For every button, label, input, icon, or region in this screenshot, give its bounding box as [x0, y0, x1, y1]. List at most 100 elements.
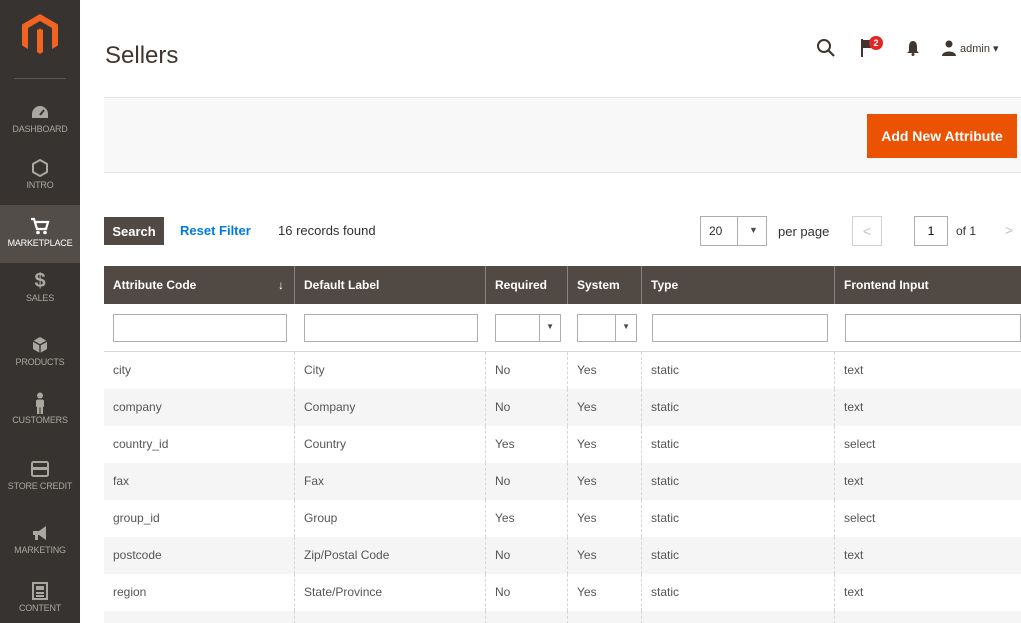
sidebar-item-label: INTRO: [26, 180, 54, 190]
table-row[interactable]: group_id Group Yes Yes static select: [104, 500, 1021, 537]
cell-frontend-input: select: [844, 437, 876, 451]
layout-icon: [32, 582, 48, 600]
cell-frontend-input: text: [844, 585, 864, 599]
cell-default-label: Country: [295, 426, 486, 463]
cell-system: Yes: [568, 537, 642, 574]
chevron-down-icon: ▼: [749, 225, 758, 235]
required-filter-select[interactable]: ▼: [495, 314, 561, 342]
notifications-button[interactable]: 2: [860, 36, 886, 58]
cell-type: static: [642, 537, 835, 574]
column-header-label: System: [577, 278, 620, 292]
cell-attribute-code: region_id: [104, 611, 295, 623]
dollar-icon: $: [34, 270, 46, 292]
sidebar-item-customers[interactable]: CUSTOMERS: [0, 392, 80, 444]
per-page-value: 20: [709, 224, 723, 238]
sidebar-item-content[interactable]: CONTENT: [0, 578, 80, 623]
column-header-attribute-code[interactable]: Attribute Code ↓: [104, 266, 295, 304]
cell-default-label: Group: [295, 500, 486, 537]
column-header-frontend-input[interactable]: Frontend Input: [835, 266, 1021, 304]
search-icon[interactable]: [816, 38, 836, 58]
cell-attribute-code: country_id: [104, 426, 295, 463]
user-name: admin ▾: [960, 42, 999, 55]
per-page-label: per page: [778, 224, 830, 239]
chevron-right-icon: >: [1004, 222, 1014, 238]
sidebar-item-label: CONTENT: [18, 603, 62, 613]
cell-type: static: [642, 463, 835, 500]
table-row[interactable]: fax Fax No Yes static text: [104, 463, 1021, 500]
cell-type: static: [642, 352, 835, 389]
sidebar-item-label: PRODUCTS: [15, 357, 65, 367]
sort-down-icon: ↓: [278, 278, 284, 292]
sidebar-item-marketplace[interactable]: MARKETPLACE: [0, 205, 80, 263]
system-filter-select[interactable]: ▼: [577, 314, 637, 342]
bell-icon[interactable]: [906, 40, 920, 56]
cell-attribute-code: fax: [104, 463, 295, 500]
type-filter[interactable]: [652, 314, 828, 342]
cell-default-label: State/Province: [295, 611, 486, 623]
column-header-label: Type: [651, 278, 679, 292]
table-row[interactable]: city City No Yes static text: [104, 352, 1021, 389]
previous-page-button[interactable]: <: [852, 216, 882, 246]
table-row[interactable]: postcode Zip/Postal Code No Yes static text: [104, 537, 1021, 574]
column-header-system[interactable]: System: [568, 266, 642, 304]
cell-default-label: City: [295, 352, 486, 389]
person-icon: [36, 392, 44, 414]
table-row[interactable]: company Company No Yes static text: [104, 389, 1021, 426]
sidebar-item-products[interactable]: PRODUCTS: [0, 332, 80, 384]
records-found: 16 records found: [278, 223, 376, 238]
cell-frontend-input: select: [844, 511, 876, 525]
cell-required: No: [486, 352, 568, 389]
table-row[interactable]: region State/Province No Yes static text: [104, 574, 1021, 611]
magento-logo-icon[interactable]: [22, 14, 58, 56]
sidebar-item-marketing[interactable]: MARKETING: [0, 520, 80, 572]
column-header-type[interactable]: Type: [642, 266, 835, 304]
sidebar-item-dashboard[interactable]: DASHBOARD: [0, 98, 80, 150]
sidebar-item-label: STORE CREDIT: [7, 481, 73, 491]
admin-sidebar: DASHBOARD INTRO MARKETPLACE $ SALES PROD…: [0, 0, 80, 623]
attribute-code-filter[interactable]: [113, 314, 287, 342]
default-label-filter[interactable]: [304, 314, 478, 342]
sidebar-item-store-credit[interactable]: STORE CREDIT: [0, 455, 80, 507]
sidebar-item-label: MARKETPLACE: [7, 238, 73, 248]
frontend-input-filter[interactable]: [845, 314, 1021, 342]
select-divider: [539, 315, 540, 341]
cell-required: Yes: [486, 426, 568, 463]
next-page-button[interactable]: >: [994, 216, 1021, 246]
add-new-attribute-button[interactable]: Add New Attribute: [867, 114, 1017, 158]
column-header-required[interactable]: Required: [486, 266, 568, 304]
sidebar-item-label: SALES: [25, 293, 55, 303]
cell-system: Yes: [568, 574, 642, 611]
reset-filter-link[interactable]: Reset Filter: [180, 223, 251, 238]
column-header-default-label[interactable]: Default Label: [295, 266, 486, 304]
sidebar-item-intro[interactable]: INTRO: [0, 153, 80, 205]
search-button[interactable]: Search: [104, 217, 164, 245]
cell-frontend-input: text: [844, 474, 864, 488]
megaphone-icon: [33, 526, 46, 540]
user-menu[interactable]: admin ▾: [942, 38, 999, 58]
cell-system: Yes: [568, 389, 642, 426]
cell-required: No: [486, 574, 568, 611]
cart-icon: [31, 217, 50, 235]
chevron-down-icon: ▼: [546, 322, 554, 331]
chevron-left-icon: <: [862, 223, 872, 239]
cell-type: static: [642, 500, 835, 537]
cell-system: Yes: [568, 463, 642, 500]
cell-required: No: [486, 389, 568, 426]
table-row[interactable]: region_idState/ProvinceNoYesstatichidden: [104, 611, 1021, 623]
hexagon-icon: [32, 158, 48, 178]
page-title: Sellers: [105, 42, 179, 69]
page-number-input[interactable]: [914, 216, 948, 246]
cell-type: static: [642, 426, 835, 463]
sidebar-item-sales[interactable]: $ SALES: [0, 270, 80, 322]
cell-type: static: [642, 389, 835, 426]
cell-type: static: [642, 611, 835, 623]
cell-required: No: [486, 463, 568, 500]
per-page-select[interactable]: 20 ▼: [700, 216, 767, 246]
cell-attribute-code: group_id: [104, 500, 295, 537]
cell-frontend-input: hidden: [835, 611, 1021, 623]
table-row[interactable]: country_id Country Yes Yes static select: [104, 426, 1021, 463]
cell-system: Yes: [568, 611, 642, 623]
cell-frontend-input: text: [844, 363, 864, 377]
cell-attribute-code: region: [104, 574, 295, 611]
cell-required: Yes: [486, 500, 568, 537]
